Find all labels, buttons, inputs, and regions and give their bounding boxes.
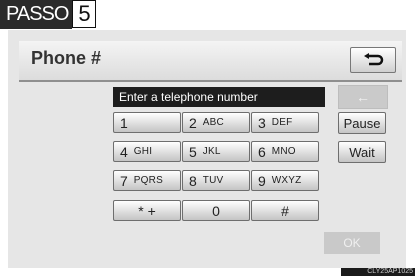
key-9[interactable]: 9 WXYZ — [251, 170, 319, 191]
key-7[interactable]: 7 PQRS — [113, 170, 181, 191]
key-digit: 6 — [258, 143, 266, 160]
key-letters: GHI — [133, 146, 153, 157]
key-digit: 8 — [189, 172, 197, 189]
key-letters: DEF — [271, 117, 293, 128]
key-digit: 1 — [120, 114, 128, 131]
backspace-arrow-icon: ← — [356, 89, 370, 105]
key-digit: 2 — [189, 114, 197, 131]
backspace-button[interactable]: ← — [338, 85, 388, 109]
key-digit: # — [281, 202, 289, 219]
return-arrow-icon — [364, 53, 384, 66]
key-0[interactable]: 0 — [182, 200, 250, 221]
back-button[interactable] — [350, 47, 396, 73]
key-1[interactable]: 1 — [113, 112, 181, 133]
step-number: 5 — [72, 0, 97, 28]
step-label: PASSO — [0, 0, 73, 29]
key-letters: TUV — [202, 175, 224, 186]
key-letters: PQRS — [133, 175, 163, 186]
figure-code: CLY25AP1025 — [341, 268, 415, 276]
key-digit: 5 — [189, 143, 197, 160]
key-letters: ABC — [202, 117, 224, 128]
key-digit: 7 — [120, 172, 128, 189]
step-badge: PASSO 5 — [0, 0, 97, 29]
screen-header: Phone # — [19, 41, 402, 82]
key-hash[interactable]: # — [251, 200, 319, 221]
key-8[interactable]: 8 TUV — [182, 170, 250, 191]
key-digit: * + — [138, 202, 156, 219]
key-2[interactable]: 2 ABC — [182, 112, 250, 133]
page-title: Phone # — [31, 48, 102, 68]
wait-button[interactable]: Wait — [338, 141, 386, 163]
key-3[interactable]: 3 DEF — [251, 112, 319, 133]
key-digit: 0 — [212, 202, 220, 219]
key-digit: 9 — [258, 172, 266, 189]
key-letters: MNO — [271, 146, 296, 157]
key-digit: 3 — [258, 114, 266, 131]
key-4[interactable]: 4 GHI — [113, 141, 181, 162]
key-digit: 4 — [120, 143, 128, 160]
key-star-plus[interactable]: * + — [113, 200, 181, 221]
phone-number-input[interactable]: Enter a telephone number — [113, 87, 325, 107]
key-6[interactable]: 6 MNO — [251, 141, 319, 162]
phone-entry-screen: Phone # Enter a telephone number ← 1 2 A… — [8, 30, 406, 268]
key-letters: WXYZ — [271, 175, 302, 186]
pause-button[interactable]: Pause — [338, 112, 386, 134]
ok-button[interactable]: OK — [324, 232, 380, 254]
key-5[interactable]: 5 JKL — [182, 141, 250, 162]
key-letters: JKL — [202, 146, 221, 157]
